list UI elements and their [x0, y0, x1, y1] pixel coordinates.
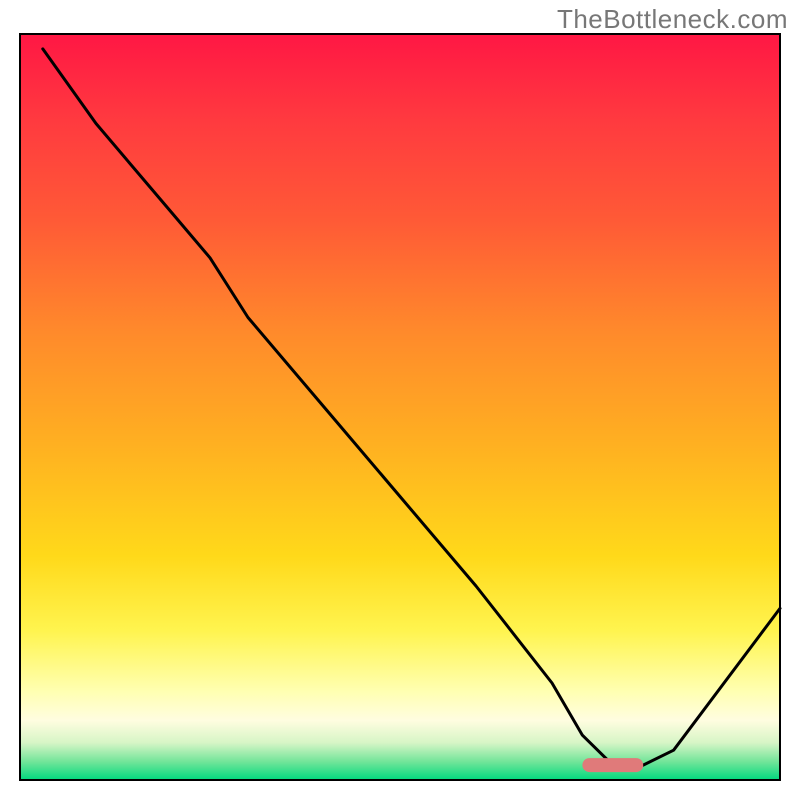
chart-svg: [0, 0, 800, 800]
plot-background: [20, 34, 780, 780]
optimal-range-marker: [582, 758, 643, 772]
bottleneck-chart: TheBottleneck.com: [0, 0, 800, 800]
